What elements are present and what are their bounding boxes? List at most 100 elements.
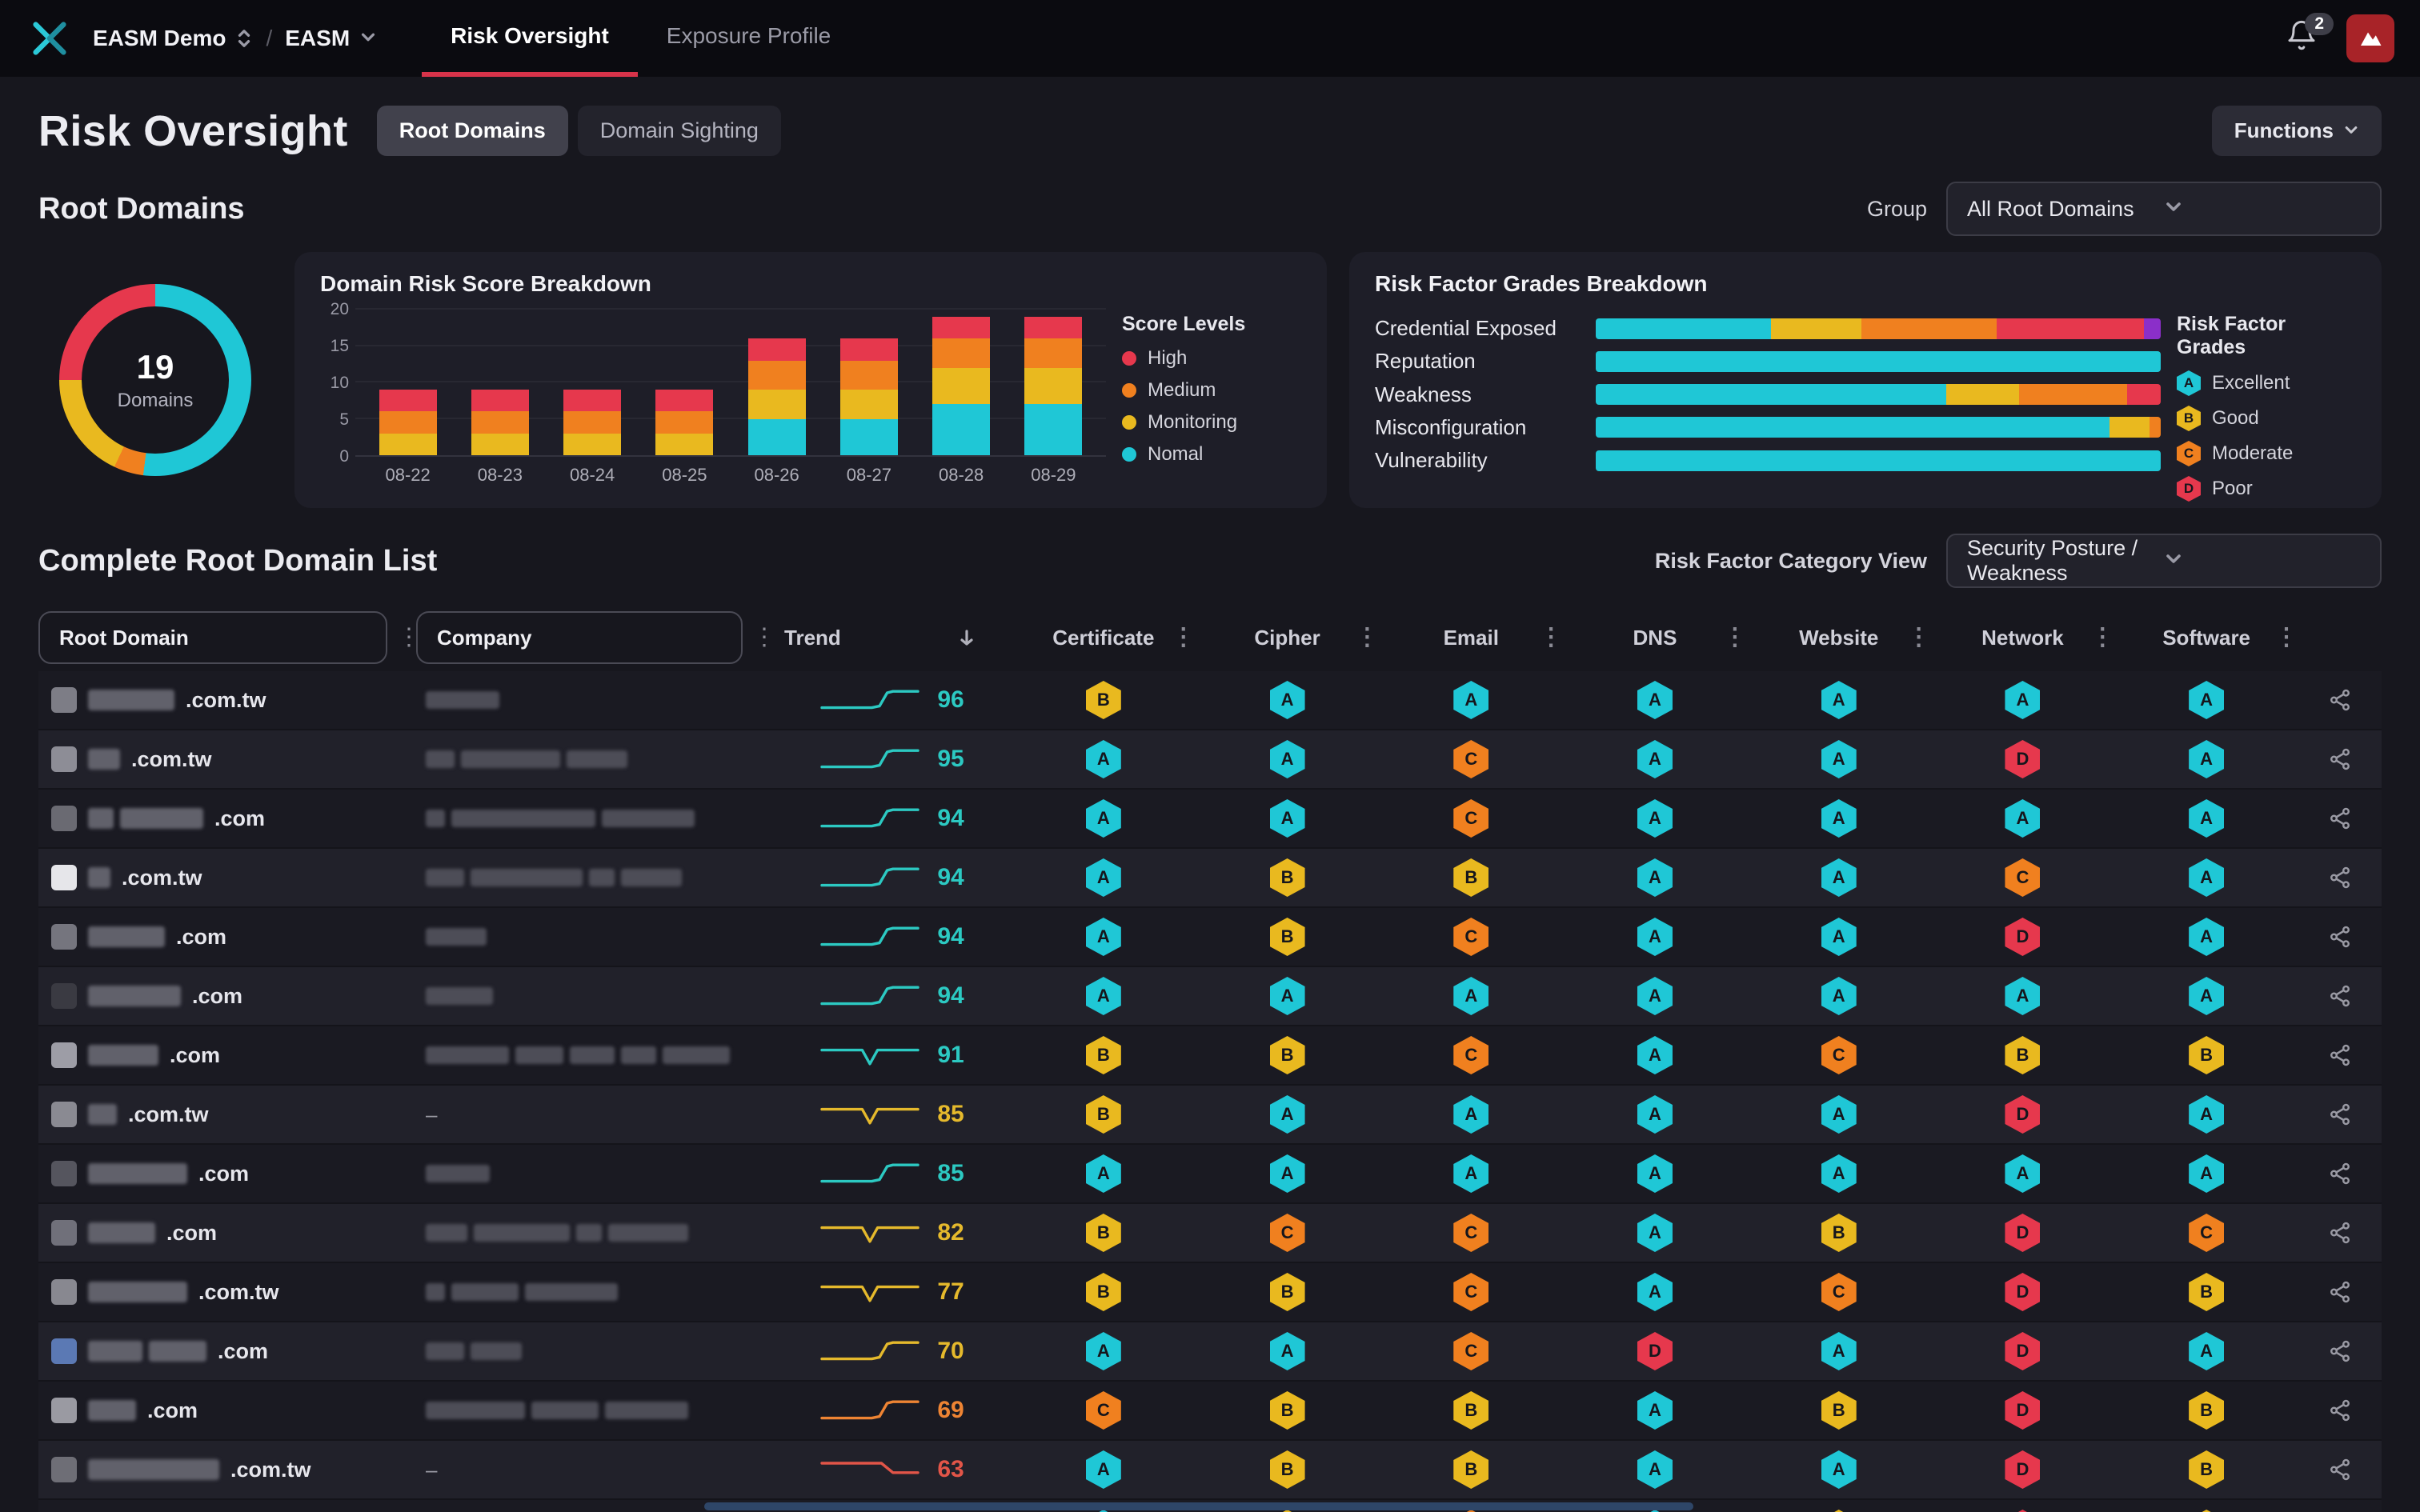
domain-redacted — [88, 1282, 187, 1302]
grade-badge: A — [1270, 740, 1305, 778]
column-header-cipher[interactable]: Cipher⋮ — [1196, 604, 1380, 671]
column-menu-icon[interactable]: ⋮ — [2090, 626, 2106, 650]
relation-graph-icon[interactable] — [2328, 1162, 2352, 1186]
table-row[interactable]: .com.tw 94 A B B A A C A — [38, 849, 2382, 908]
column-header-company[interactable]: Company — [416, 611, 743, 664]
grade-badge: A — [1086, 977, 1121, 1015]
table-row[interactable]: .com 94 A A C A A A A — [38, 790, 2382, 849]
favicon — [51, 1338, 77, 1364]
grade-badge: A — [1086, 740, 1121, 778]
account-avatar[interactable] — [2346, 14, 2394, 62]
column-menu-icon[interactable]: ⋮ — [752, 626, 768, 650]
bar-segment-moderate — [1861, 318, 1997, 339]
grade-badge: A — [2189, 1332, 2224, 1370]
bar-column — [1024, 310, 1082, 455]
table-row[interactable]: .com.tw 95 A A C A A D A — [38, 730, 2382, 790]
table-row[interactable]: .com.tw – 63 A B B A A D B — [38, 1441, 2382, 1500]
bar-segment-excellent — [1596, 318, 1771, 339]
column-menu-icon[interactable]: ⋮ — [1172, 626, 1188, 650]
column-header-network[interactable]: Network⋮ — [1931, 604, 2115, 671]
grade-cell: A — [1563, 1026, 1747, 1084]
relation-graph-icon[interactable] — [2328, 1458, 2352, 1482]
legend-dot — [1122, 415, 1136, 430]
relation-graph-icon[interactable] — [2328, 806, 2352, 830]
table-row[interactable]: .com 70 A A C D A D A — [38, 1322, 2382, 1382]
relation-graph-icon[interactable] — [2328, 1280, 2352, 1304]
table-row[interactable]: .com 91 B B C A C B B — [38, 1026, 2382, 1086]
relation-graph-icon[interactable] — [2328, 688, 2352, 712]
tab-risk-oversight[interactable]: Risk Oversight — [422, 0, 638, 77]
column-menu-icon[interactable]: ⋮ — [1907, 626, 1923, 650]
table-row[interactable]: .com 94 A A A A A A A — [38, 967, 2382, 1026]
bar-segment-monitoring — [471, 434, 529, 455]
bar-segment-good — [1771, 318, 1861, 339]
grade-badge: A — [1821, 918, 1857, 956]
brand-logo-icon[interactable] — [26, 14, 74, 62]
grade-cell: C — [1379, 1263, 1563, 1321]
grade-badge: A — [2189, 799, 2224, 838]
notifications-button[interactable]: 2 — [2286, 19, 2318, 58]
bar-segment-medium — [748, 361, 806, 390]
grade-cell: A — [1012, 967, 1196, 1025]
risk-factor-legend-items: AExcellentBGoodCModerateDPoorFCritical — [2177, 370, 2356, 508]
table-row[interactable]: .com.tw 77 B B C A C D B — [38, 1263, 2382, 1322]
table-row[interactable]: .com 94 A B C A A D A — [38, 908, 2382, 967]
relation-graph-icon[interactable] — [2328, 925, 2352, 949]
relation-graph-icon[interactable] — [2328, 1043, 2352, 1067]
domain-redacted — [88, 690, 174, 710]
column-header-email[interactable]: Email⋮ — [1379, 604, 1563, 671]
org-selector[interactable]: EASM Demo — [93, 26, 253, 51]
column-menu-icon[interactable]: ⋮ — [1355, 626, 1371, 650]
module-selector[interactable]: EASM — [285, 26, 377, 51]
column-header-root-domain[interactable]: Root Domain — [38, 611, 387, 664]
column-header-software[interactable]: Software⋮ — [2114, 604, 2298, 671]
column-header-dns[interactable]: DNS⋮ — [1563, 604, 1747, 671]
relation-graph-icon[interactable] — [2328, 984, 2352, 1008]
column-menu-icon[interactable]: ⋮ — [1539, 626, 1555, 650]
bar-segment-monitoring — [655, 434, 713, 455]
column-menu-icon[interactable]: ⋮ — [1723, 626, 1739, 650]
column-header-trend[interactable]: Trend — [771, 604, 1012, 671]
column-header-website[interactable]: Website⋮ — [1747, 604, 1931, 671]
score-levels-legend: Score Levels HighMediumMonitoringNomal — [1122, 310, 1301, 486]
group-select[interactable]: All Root Domains — [1946, 182, 2382, 236]
relation-graph-icon[interactable] — [2328, 1221, 2352, 1245]
table-row[interactable]: .com 82 B C C A B D C — [38, 1204, 2382, 1263]
bar-stack — [1024, 310, 1082, 455]
grade-cell: B — [2114, 1500, 2298, 1512]
grade-cell: C — [1747, 1026, 1931, 1084]
company-cell — [416, 967, 771, 1025]
relation-graph-icon[interactable] — [2328, 1398, 2352, 1422]
column-menu-icon[interactable]: ⋮ — [2274, 626, 2290, 650]
sort-descending-icon[interactable] — [957, 628, 976, 647]
toggle-root-domains[interactable]: Root Domains — [377, 106, 568, 156]
grade-hex-icon: B — [2177, 406, 2201, 431]
table-row[interactable]: .com.tw – 85 B A A A A D A — [38, 1086, 2382, 1145]
toggle-domain-sighting[interactable]: Domain Sighting — [578, 106, 781, 156]
horizontal-scrollbar-thumb[interactable] — [704, 1502, 1693, 1510]
relation-graph-icon[interactable] — [2328, 1102, 2352, 1126]
column-menu-icon[interactable]: ⋮ — [397, 626, 413, 650]
relation-graph-icon[interactable] — [2328, 866, 2352, 890]
table-row[interactable]: .com.tw 96 B A A A A A A — [38, 671, 2382, 730]
category-view-select[interactable]: Security Posture / Weakness — [1946, 534, 2382, 588]
bar-segment-good — [2109, 417, 2149, 438]
legend-dot — [1122, 351, 1136, 366]
column-header-certificate[interactable]: Certificate⋮ — [1012, 604, 1196, 671]
grade-cell: C — [1379, 1204, 1563, 1262]
action-cell — [2298, 1441, 2382, 1498]
tab-exposure-profile[interactable]: Exposure Profile — [638, 0, 859, 77]
functions-button[interactable]: Functions — [2212, 106, 2382, 156]
grade-cell: D — [1931, 908, 2115, 966]
bar-segment-medium — [932, 338, 990, 367]
table-row[interactable]: .com 85 A A A A A A A — [38, 1145, 2382, 1204]
favicon — [51, 924, 77, 950]
relation-graph-icon[interactable] — [2328, 1339, 2352, 1363]
grade-cell: A — [2114, 1086, 2298, 1143]
x-tick-label: 08-27 — [834, 465, 904, 486]
trend-cell: 94 — [771, 908, 1012, 966]
trend-cell: 85 — [771, 1086, 1012, 1143]
domain-suffix: .com — [176, 925, 226, 950]
relation-graph-icon[interactable] — [2328, 747, 2352, 771]
table-row[interactable]: .com 69 C B B A B D B — [38, 1382, 2382, 1441]
